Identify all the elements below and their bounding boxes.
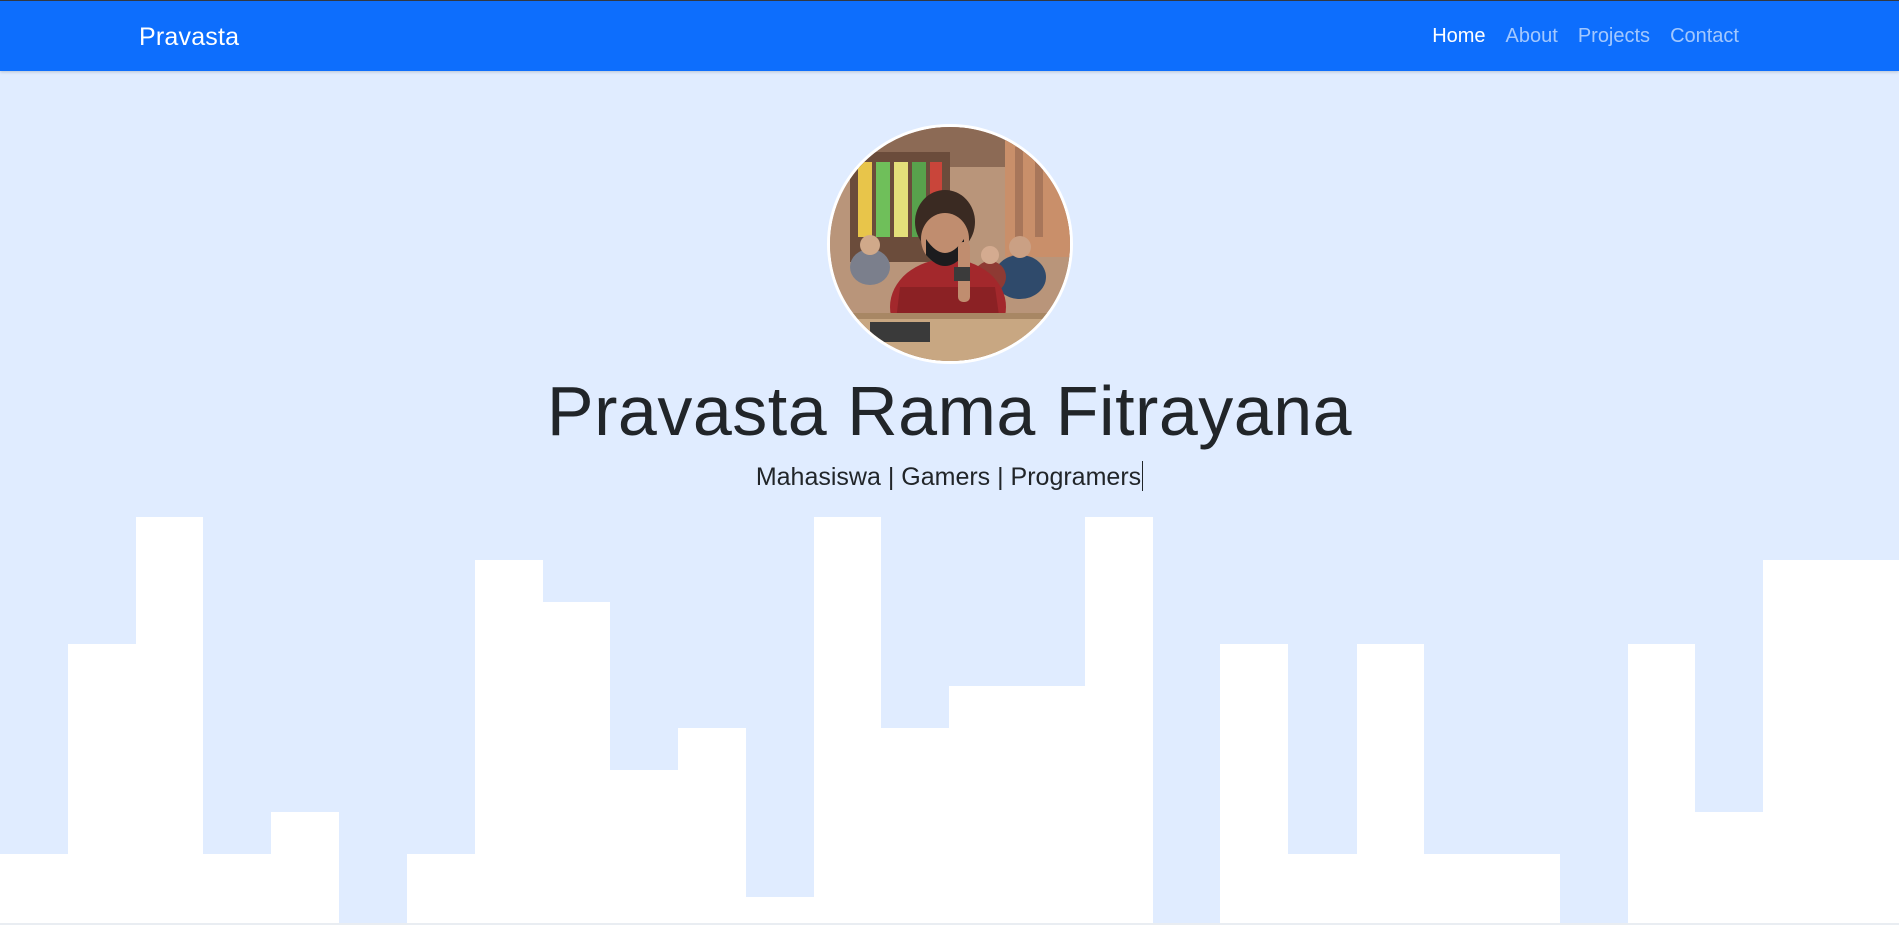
page: Pravasta Home About Projects Contact Pra… bbox=[0, 0, 1899, 925]
nav-link-about[interactable]: About bbox=[1496, 1, 1568, 71]
nav-item-projects: Projects bbox=[1568, 1, 1660, 71]
hero-section: Pravasta Rama Fitrayana Mahasiswa | Game… bbox=[0, 71, 1899, 923]
nav-item-contact: Contact bbox=[1660, 1, 1749, 71]
nav-links: Home About Projects Contact bbox=[1422, 1, 1749, 71]
profile-photo-illustration bbox=[830, 127, 1070, 361]
hero-subtitle: Mahasiswa | Gamers | Programers bbox=[0, 459, 1899, 495]
hero-subtitle-text: Mahasiswa | Gamers | Programers bbox=[755, 463, 1142, 491]
nav-item-about: About bbox=[1496, 1, 1568, 71]
hero-name: Pravasta Rama Fitrayana bbox=[546, 372, 1353, 450]
nav-link-contact[interactable]: Contact bbox=[1660, 1, 1749, 71]
profile-avatar bbox=[827, 124, 1073, 364]
nav-link-home[interactable]: Home bbox=[1422, 1, 1495, 71]
navbar-brand[interactable]: Pravasta bbox=[139, 1, 239, 71]
nav-item-home: Home bbox=[1422, 1, 1495, 71]
nav-link-projects[interactable]: Projects bbox=[1568, 1, 1660, 71]
typing-cursor bbox=[1142, 461, 1144, 491]
navbar: Pravasta Home About Projects Contact bbox=[0, 1, 1899, 71]
